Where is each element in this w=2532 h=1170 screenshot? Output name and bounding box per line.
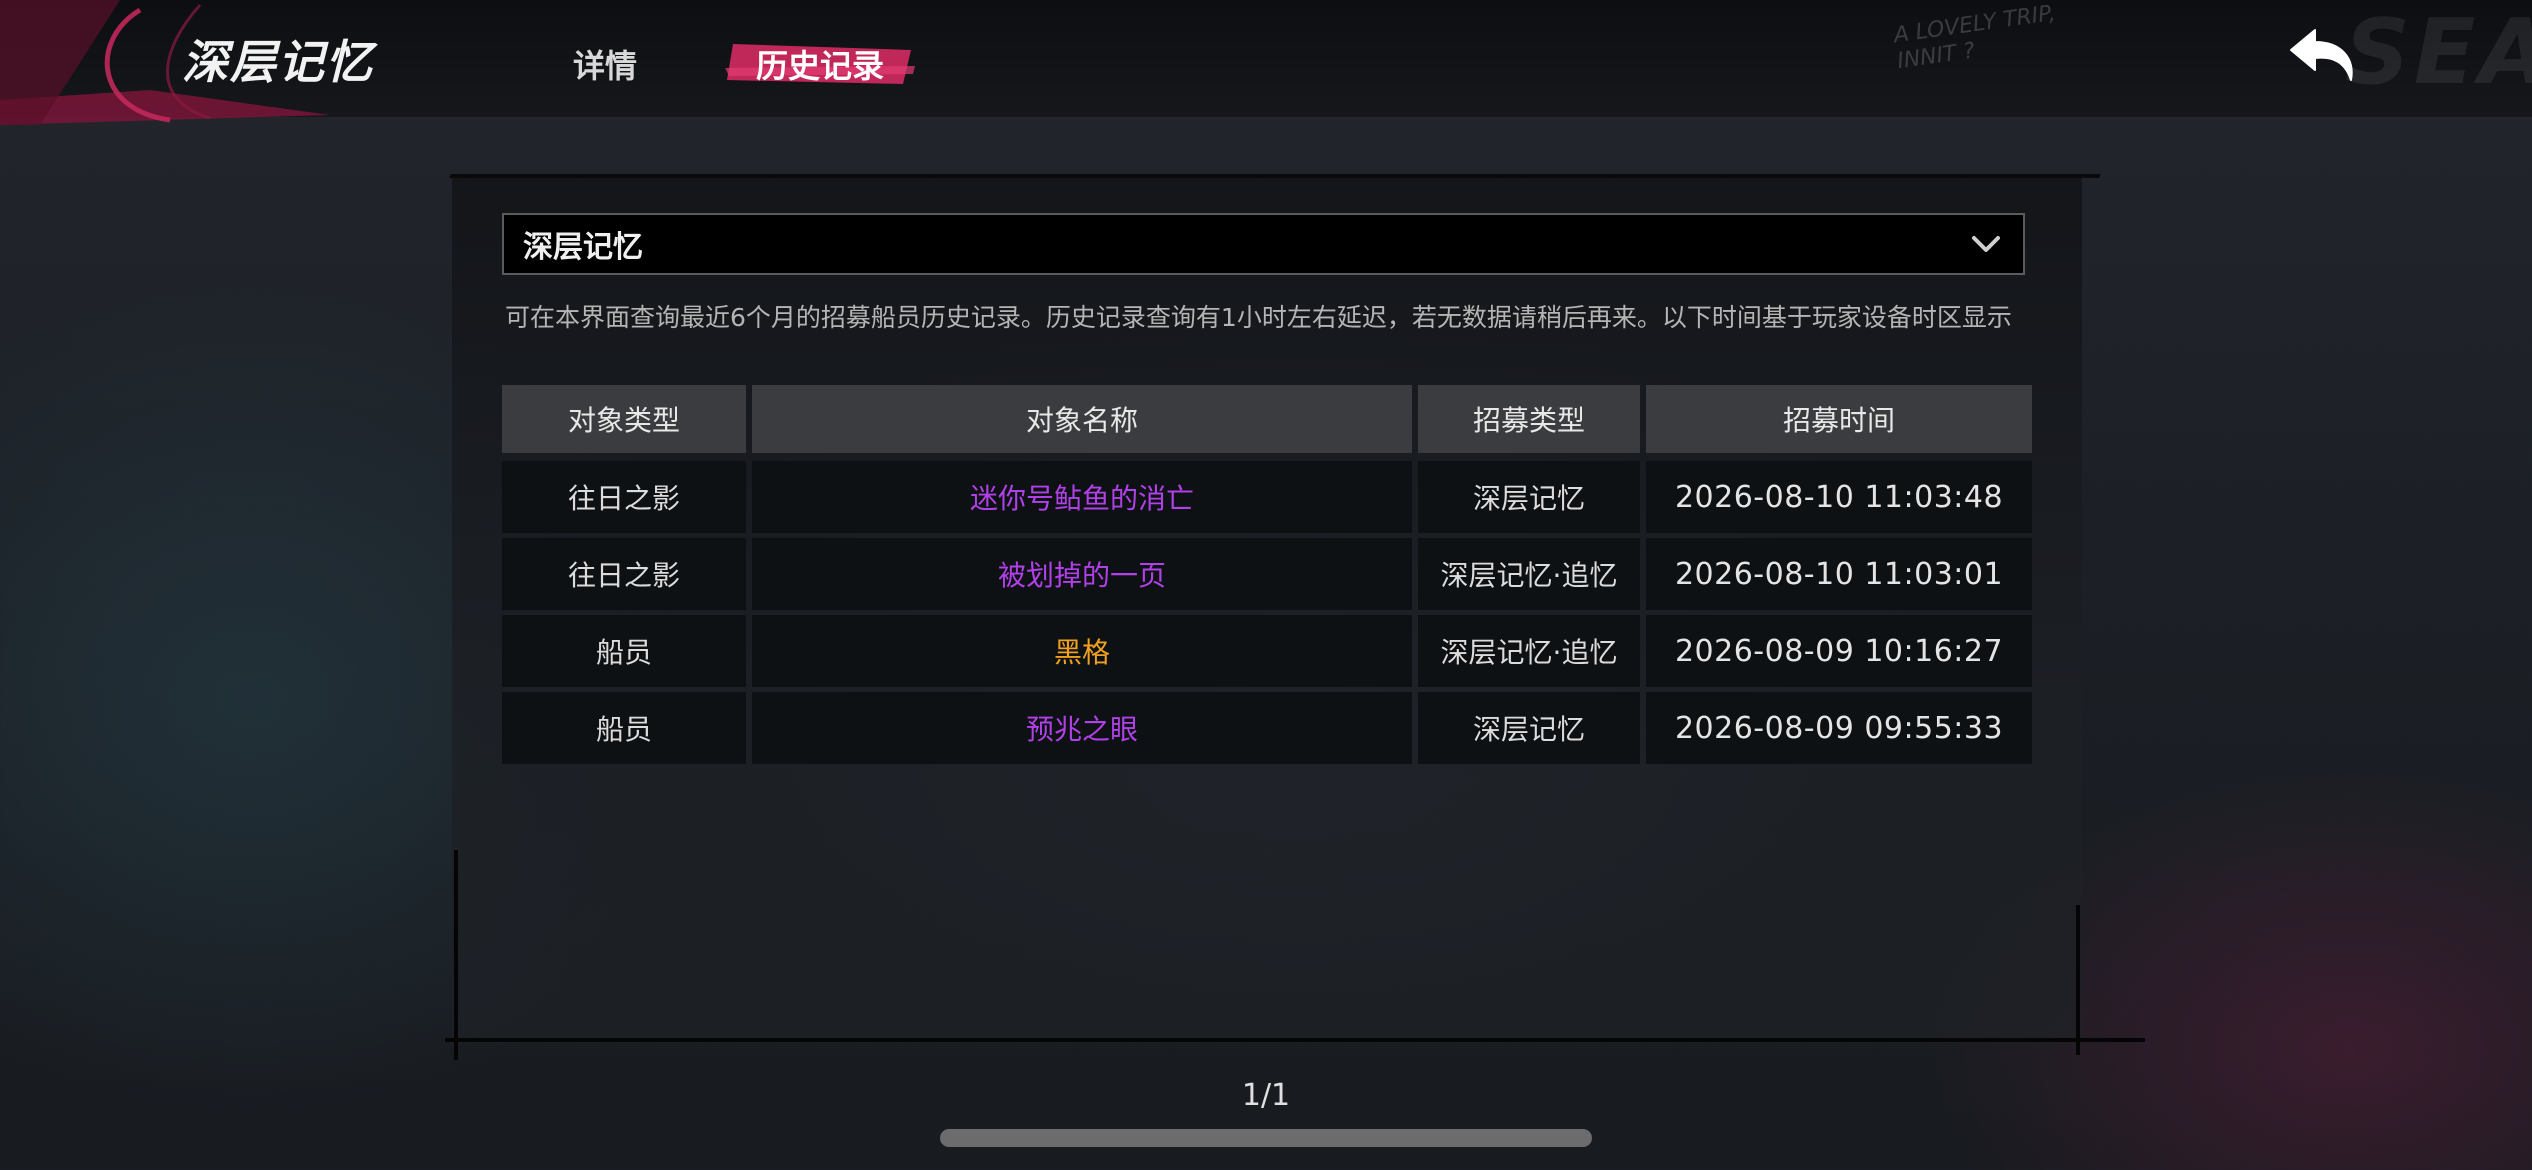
table-row-time: 2026-08-09 10:16:27 xyxy=(1646,615,2032,687)
table-row-recruit-type: 深层记忆·追忆 xyxy=(1418,615,1640,687)
table-row-name: 预兆之眼 xyxy=(752,692,1412,764)
table-row-time: 2026-08-10 11:03:01 xyxy=(1646,538,2032,610)
panel-left-edge xyxy=(454,850,458,1060)
tab-details-label: 详情 xyxy=(572,47,637,85)
panel-top-edge xyxy=(449,174,2101,178)
page-indicator: 1/1 xyxy=(1241,1078,1291,1113)
tab-history[interactable]: 历史记录 xyxy=(725,38,915,90)
chevron-down-icon xyxy=(1972,236,2000,252)
corner-scrawl: A LOVELY TRIP, INNIT ? xyxy=(1892,0,2057,75)
table-row-type: 往日之影 xyxy=(502,538,746,610)
top-bar: 深层记忆 详情 历史记录 A LOVELY TRIP, INNIT ? SEA xyxy=(0,0,2532,125)
table-row-type: 往日之影 xyxy=(502,461,746,533)
back-button[interactable] xyxy=(2285,22,2361,92)
pool-select-value: 深层记忆 xyxy=(523,230,643,265)
table-row-time: 2026-08-09 09:55:33 xyxy=(1646,692,2032,764)
horizontal-scrollbar[interactable] xyxy=(940,1129,1592,1147)
table-row-recruit-type: 深层记忆 xyxy=(1418,461,1640,533)
app-title: 深层记忆 xyxy=(182,35,374,89)
back-arrow-icon xyxy=(2290,29,2353,81)
table-row-name: 黑格 xyxy=(752,615,1412,687)
table-row-type: 船员 xyxy=(502,692,746,764)
table-row-time: 2026-08-10 11:03:48 xyxy=(1646,461,2032,533)
column-header-type: 对象类型 xyxy=(502,385,746,453)
tab-history-label: 历史记录 xyxy=(755,47,884,85)
pool-select-dropdown[interactable]: 深层记忆 xyxy=(502,213,2025,275)
column-header-name: 对象名称 xyxy=(752,385,1412,453)
table-row-recruit-type: 深层记忆 xyxy=(1418,692,1640,764)
tab-details[interactable]: 详情 xyxy=(540,38,670,90)
table-row-name: 被划掉的一页 xyxy=(752,538,1412,610)
table-row-recruit-type: 深层记忆·追忆 xyxy=(1418,538,1640,610)
column-header-recruit-time: 招募时间 xyxy=(1646,385,2032,453)
table-row-type: 船员 xyxy=(502,615,746,687)
panel-right-edge xyxy=(2076,905,2080,1055)
panel-bottom-edge xyxy=(445,1038,2145,1042)
history-notice-text: 可在本界面查询最近6个月的招募船员历史记录。历史记录查询有1小时左右延迟，若无数… xyxy=(505,303,2012,332)
corner-watermark: SEA xyxy=(2345,0,2532,105)
table-row-name: 迷你号鲇鱼的消亡 xyxy=(752,461,1412,533)
column-header-recruit-type: 招募类型 xyxy=(1418,385,1640,453)
